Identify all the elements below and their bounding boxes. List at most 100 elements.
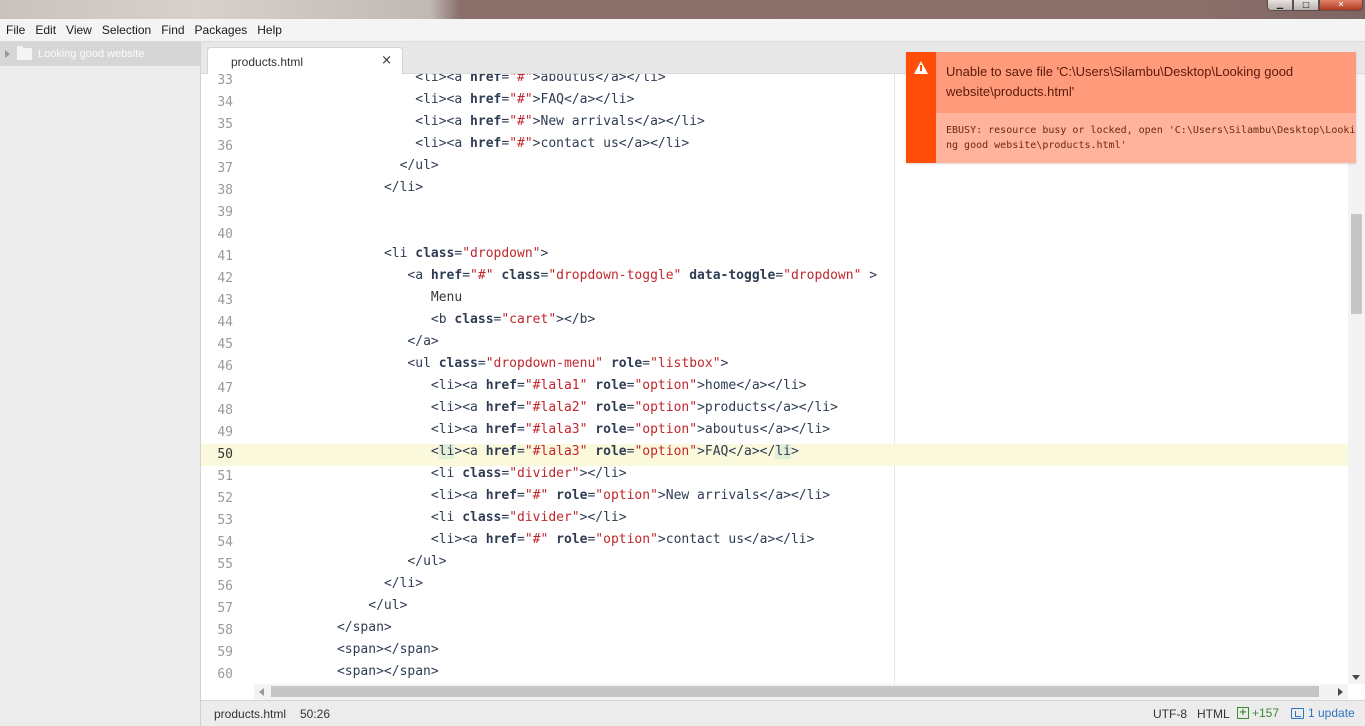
tab-products-html[interactable]: products.html ×	[207, 47, 403, 75]
code-token: </a>	[407, 334, 439, 349]
line-number: 45	[217, 337, 233, 352]
status-encoding[interactable]: UTF-8	[1153, 707, 1187, 721]
code-line[interactable]: <li><a href="#lala3" role="option">FAQ</…	[241, 444, 1365, 466]
menu-file[interactable]: File	[1, 19, 30, 42]
folder-icon	[17, 46, 32, 60]
code-line-content: <li><a href="#lala2" role="option">produ…	[431, 400, 838, 415]
status-cursor-position[interactable]: 50:26	[300, 707, 330, 721]
horizontal-scrollbar-thumb[interactable]	[271, 686, 1319, 697]
tab-close-icon[interactable]: ×	[381, 53, 392, 68]
code-line[interactable]: <li><a href="#" role="option">New arriva…	[241, 488, 1365, 510]
code-line-content: <li><a href="#">aboutus</a></li>	[415, 74, 665, 85]
code-line[interactable]: <span></span>	[241, 642, 1365, 664]
code-line[interactable]: <span></span>	[241, 664, 1365, 684]
code-token: </li>	[383, 180, 424, 195]
code-token: =	[501, 74, 510, 85]
status-updates[interactable]: 1 update	[1291, 706, 1355, 720]
chevron-right-icon[interactable]	[5, 50, 10, 58]
line-number: 60	[217, 667, 233, 682]
code-line[interactable]: </a>	[241, 334, 1365, 356]
line-number: 38	[217, 183, 233, 198]
code-line-content: </a>	[407, 334, 438, 349]
code-token: href	[485, 532, 518, 547]
status-git-diff[interactable]: + +157	[1237, 706, 1279, 720]
minimize-button[interactable]: ▁	[1267, 0, 1293, 11]
code-token: class	[462, 510, 502, 525]
line-number: 43	[217, 293, 233, 308]
scroll-right-arrow-icon[interactable]	[1338, 688, 1343, 696]
package-update-icon	[1291, 707, 1304, 719]
code-line[interactable]: <li><a href="#lala1" role="option">home<…	[241, 378, 1365, 400]
code-token: "dropdown"	[462, 246, 541, 261]
code-line-content: <li><a href="#">New arrivals</a></li>	[415, 114, 705, 129]
code-token: </ul>	[368, 598, 408, 613]
code-line[interactable]: <li><a href="#lala2" role="option">produ…	[241, 400, 1365, 422]
maximize-button[interactable]: □	[1293, 0, 1319, 11]
code-token: "dropdown"	[783, 268, 862, 283]
code-token: class	[462, 466, 502, 481]
code-line-content: <li><a href="#" role="option">contact us…	[431, 532, 815, 547]
code-editor[interactable]: 33 34 35 36 37 38 39 40 41 42 43 44 45 46 47 48 49 50 51 52…	[201, 74, 1365, 684]
menu-find[interactable]: Find	[156, 19, 189, 42]
code-line[interactable]: <b class="caret"></b>	[241, 312, 1365, 334]
code-line-content: <b class="caret"></b>	[431, 312, 595, 327]
code-line[interactable]: <li class="dropdown">	[241, 246, 1365, 268]
menu-help[interactable]: Help	[252, 19, 287, 42]
code-line[interactable]: <li class="divider"></li>	[241, 466, 1365, 488]
vertical-scrollbar-thumb[interactable]	[1351, 214, 1362, 314]
menu-view[interactable]: View	[61, 19, 97, 42]
code-line[interactable]: </ul>	[241, 554, 1365, 576]
code-token: >contact us</a></li>	[532, 136, 690, 151]
status-file-path[interactable]: products.html	[214, 707, 286, 721]
code-line-content: <li><a href="#">contact us</a></li>	[415, 136, 689, 151]
code-line[interactable]	[241, 202, 1365, 224]
code-line[interactable]: <li class="divider"></li>	[241, 510, 1365, 532]
line-number: 59	[217, 645, 233, 660]
menu-selection[interactable]: Selection	[97, 19, 156, 42]
code-line[interactable]: <li><a href="#" role="option">contact us…	[241, 532, 1365, 554]
code-line-content: </li>	[384, 576, 423, 591]
code-line[interactable]: </ul>	[241, 598, 1365, 620]
code-line[interactable]: </li>	[241, 180, 1365, 202]
code-line[interactable]: <ul class="dropdown-menu" role="listbox"…	[241, 356, 1365, 378]
code-token: "option"	[634, 400, 698, 415]
code-token: "option"	[634, 422, 698, 437]
code-token: <li><a	[415, 92, 471, 107]
code-line[interactable]: </span>	[241, 620, 1365, 642]
code-lines[interactable]: <li><a href="#">aboutus</a></li> <li><a h…	[241, 74, 1365, 684]
code-line[interactable]: Menu	[241, 290, 1365, 312]
code-token: ></b>	[556, 312, 596, 327]
code-token: Menu	[430, 290, 463, 305]
code-line[interactable]: </li>	[241, 576, 1365, 598]
horizontal-scrollbar[interactable]	[254, 684, 1348, 700]
menu-packages[interactable]: Packages	[190, 19, 253, 42]
code-token: >products</a></li>	[697, 400, 838, 415]
code-line-content: <span></span>	[337, 642, 439, 657]
line-number: 46	[217, 359, 233, 374]
code-line-content: </ul>	[368, 598, 407, 613]
code-line[interactable]	[241, 224, 1365, 246]
code-line[interactable]: <li><a href="#lala3" role="option">about…	[241, 422, 1365, 444]
menu-edit[interactable]: Edit	[30, 19, 61, 42]
code-token: =	[462, 268, 471, 283]
code-line-content: <a href="#" class="dropdown-toggle" data…	[407, 268, 877, 283]
window-titlebar: ▁ □ ✕	[0, 0, 1365, 19]
code-token: =	[517, 378, 525, 393]
tree-root-label: Looking good website	[38, 48, 145, 60]
code-token: role	[556, 488, 588, 503]
tree-root-folder[interactable]: Looking good website	[0, 42, 200, 66]
line-number: 41	[217, 249, 233, 264]
scroll-down-arrow-icon[interactable]	[1352, 675, 1360, 680]
error-notification[interactable]: Unable to save file 'C:\Users\Silambu\De…	[906, 52, 1356, 163]
code-token: "#lala3"	[524, 422, 588, 437]
close-window-button[interactable]: ✕	[1319, 0, 1363, 11]
scroll-left-arrow-icon[interactable]	[259, 688, 264, 696]
code-line[interactable]: <a href="#" class="dropdown-toggle" data…	[241, 268, 1365, 290]
code-token: href	[485, 444, 518, 459]
status-grammar[interactable]: HTML	[1197, 707, 1230, 721]
code-token: href	[470, 114, 502, 129]
vertical-scrollbar[interactable]	[1348, 74, 1365, 684]
